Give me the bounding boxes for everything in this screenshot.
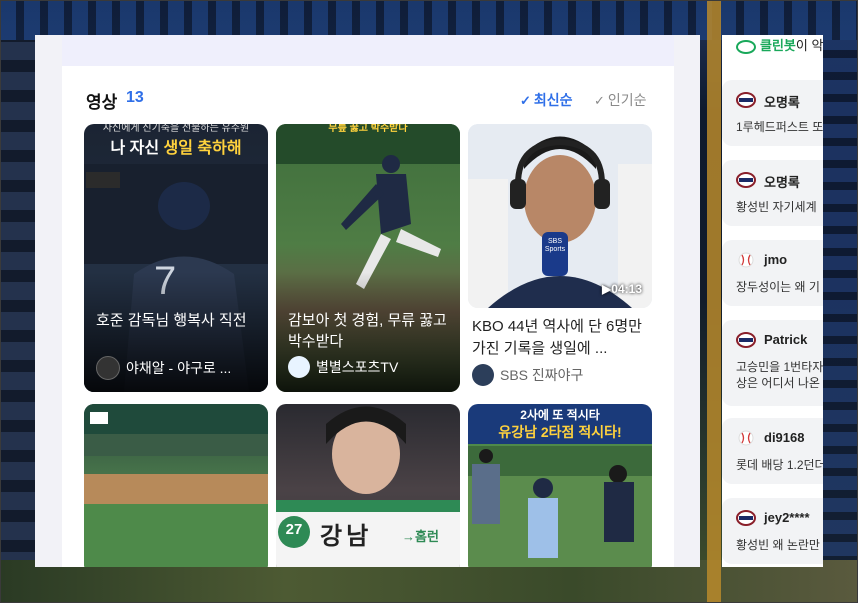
banner-line-2: 유강남 2타점 적시타!	[498, 424, 622, 440]
sign-number: 27	[285, 521, 303, 538]
video-3-source: SBS 진짜야구	[472, 364, 583, 386]
comment-user: 오명록	[764, 175, 800, 190]
comment-user: 오명록	[764, 95, 800, 110]
eye-icon	[736, 39, 756, 54]
giants-logo-icon	[736, 332, 756, 348]
stands-background	[0, 0, 858, 40]
caption-yellow: 생일 축하해	[163, 140, 242, 157]
video-3-title: KBO 44년 역사에 단 6명만 가진 기록을 생일에 ...	[472, 318, 642, 357]
video-card-3[interactable]: SBS Sports ▶04:13 KBO 44년 역사에 단 6명만 가진 기…	[468, 124, 652, 392]
clean-bot-notice: 클린봇이 악	[736, 35, 823, 54]
channel-avatar	[96, 356, 120, 380]
comment-text: 장두성이는 왜 기	[736, 280, 820, 294]
channel-name: 별별스포츠TV	[316, 359, 399, 375]
comment-item[interactable]: 오명록 1루헤드퍼스트 또	[722, 80, 823, 146]
comment-item[interactable]: jmo 장두성이는 왜 기	[722, 240, 823, 306]
video-1-big-caption: 나 자신 생일 축하해	[84, 134, 268, 158]
giants-logo-icon	[736, 92, 756, 108]
video-card-4[interactable]	[84, 404, 268, 567]
sort-latest-label: 최신순	[533, 92, 573, 108]
comment-text: 황성빈 자기세계	[736, 200, 817, 214]
video-1-source: 야채알 - 야구로 ...	[96, 356, 231, 380]
play-icon: ▶	[602, 282, 612, 296]
clean-bot-label: 클린봇	[760, 38, 796, 53]
comment-text-line2: 상은 어디서 나온	[736, 376, 820, 390]
sort-latest-button[interactable]: ✓ 최신순	[520, 90, 573, 110]
comment-item[interactable]: 오명록 황성빈 자기세계	[722, 160, 823, 226]
giants-logo-icon	[736, 510, 756, 526]
caption-white: 나 자신	[110, 140, 164, 157]
top-strip	[62, 35, 674, 66]
banner-line-1: 2사에 또 적시타	[520, 408, 600, 422]
video-panel: 영상 13 ✓최신순 ✓인기순 7 사신에게 신기축을 선물하는 유주원 나 자…	[35, 35, 700, 567]
check-icon: ✓	[594, 93, 605, 108]
video-1-title: 호준 감독님 행복사 직전	[96, 312, 247, 329]
sign-arrow: →홈런	[402, 529, 439, 544]
video-card-6[interactable]: 2사에 또 적시타 유강남 2타점 적시타!	[468, 404, 652, 567]
giants-logo-icon	[736, 172, 756, 188]
mic-flag-label: SBS Sports	[544, 238, 566, 253]
baseball-icon	[738, 430, 754, 446]
comment-text: 황성빈 왜 논란만	[736, 538, 820, 552]
stands-left-background	[0, 40, 36, 600]
comment-item[interactable]: Patrick 고승민을 1번타자 상은 어디서 나온	[722, 320, 823, 406]
duration-text: 04:13	[611, 282, 642, 296]
clean-bot-suffix: 이 악	[795, 38, 823, 53]
video-thumbnail-4	[84, 404, 268, 567]
comment-user: jmo	[764, 252, 788, 267]
check-icon: ✓	[520, 93, 531, 108]
video-2-title: 감보아 첫 경험, 무류 꿇고 박수받다	[288, 312, 447, 350]
comment-text: 1루헤드퍼스트 또	[736, 120, 823, 134]
video-card-1[interactable]: 7 사신에게 신기축을 선물하는 유주원 나 자신 생일 축하해 호준 감독님 …	[84, 124, 268, 392]
video-2-source: 별별스포츠TV	[288, 356, 398, 378]
comment-text: 롯데 배당 1.2던더	[736, 458, 823, 472]
interview-graphic	[468, 124, 652, 308]
channel-avatar	[288, 356, 310, 378]
section-count: 13	[126, 89, 144, 106]
video-thumbnail-3: SBS Sports ▶04:13	[468, 124, 652, 308]
comment-user: jey2****	[764, 510, 810, 525]
video-card-2[interactable]: 무릎 꿇고 박수받다 감보아 첫 경험, 무류 꿇고 박수받다 별별스포츠TV	[276, 124, 460, 392]
sort-popular-label: 인기순	[607, 92, 647, 108]
comment-item[interactable]: jey2**** 황성빈 왜 논란만	[722, 498, 823, 564]
channel-avatar	[472, 364, 494, 386]
video-1-top-caption: 사신에게 신기축을 선물하는 유주원	[102, 124, 250, 134]
sign-text: 강남	[320, 523, 373, 550]
video-card-5[interactable]: 27 강남 →홈런	[276, 404, 460, 567]
channel-name: SBS 진짜야구	[500, 367, 584, 383]
comment-user: di9168	[764, 430, 805, 445]
comment-text: 고승민을 1번타자	[736, 360, 823, 374]
channel-name: 야채알 - 야구로 ...	[126, 360, 232, 376]
sort-popular-button[interactable]: ✓ 인기순	[594, 90, 647, 110]
comment-user: Patrick	[764, 332, 808, 347]
video-3-duration: ▶04:13	[602, 282, 642, 296]
foul-pole	[707, 0, 721, 603]
comment-sidebar: 클린봇이 악 오명록 1루헤드퍼스트 또 오명록 황성빈 자기세계 jmo 장두…	[722, 35, 823, 567]
section-title: 영상	[86, 93, 118, 112]
comment-item[interactable]: di9168 롯데 배당 1.2던더	[722, 418, 823, 484]
baseball-icon	[738, 252, 754, 268]
video-section-card: 영상 13 ✓최신순 ✓인기순 7 사신에게 신기축을 선물하는 유주원 나 자…	[62, 66, 674, 567]
video-2-top-caption: 무릎 꿇고 박수받다	[328, 124, 408, 134]
